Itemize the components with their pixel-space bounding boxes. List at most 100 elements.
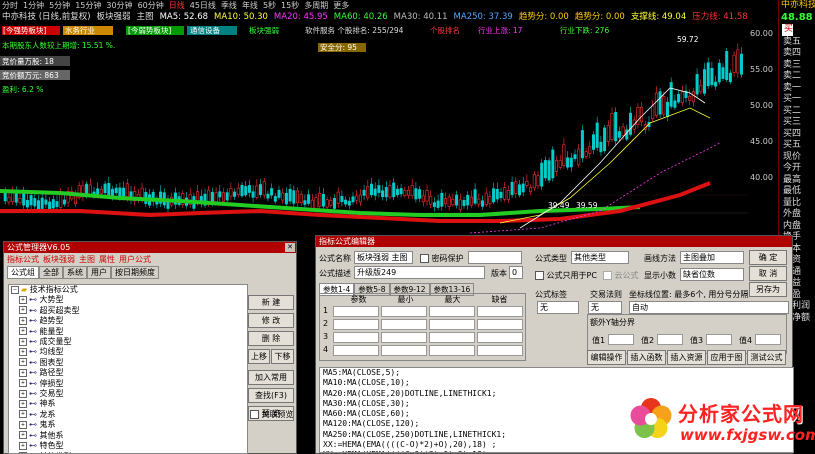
- linked-preview-checkbox[interactable]: 关联预览: [250, 409, 294, 420]
- version-input[interactable]: 0: [509, 266, 523, 279]
- period-0[interactable]: 分时: [2, 0, 18, 11]
- header-main-chart[interactable]: 主图: [79, 254, 95, 265]
- period-6[interactable]: 日线: [169, 0, 185, 11]
- period-11[interactable]: 15秒: [281, 0, 299, 11]
- tree-item[interactable]: +⊷ 成交量型: [11, 337, 247, 347]
- formula-tree[interactable]: −▰ 技术指标公式 +⊷ 大势型+⊷ 超买超卖型+⊷ 趋势型+⊷ 能量型+⊷ 成…: [8, 284, 248, 454]
- axis-select[interactable]: 无: [537, 301, 579, 314]
- tree-item[interactable]: +⊷ 趋势型: [11, 316, 247, 326]
- tab-by-date[interactable]: 按日期频度: [111, 266, 159, 279]
- test-formula-button[interactable]: 测试公式: [747, 350, 786, 365]
- add-common-button[interactable]: 加入常用: [248, 370, 294, 385]
- tab-formula-group[interactable]: 公式组: [7, 266, 39, 279]
- candle: [8, 197, 10, 202]
- param-cell[interactable]: [381, 332, 427, 343]
- param-cell[interactable]: [477, 345, 523, 356]
- tab-user[interactable]: 用户: [87, 266, 111, 279]
- move-up-button[interactable]: 上移: [248, 349, 270, 364]
- kline-chart[interactable]: [今强势板块] 水务行业 [今弱势板块] 通信设备 板块强弱 软件服务 个股排名…: [0, 23, 748, 252]
- period-2[interactable]: 5分钟: [49, 0, 70, 11]
- param-cell[interactable]: [333, 332, 379, 343]
- ok-button[interactable]: 确 定: [749, 250, 787, 265]
- tree-item[interactable]: +⊷ 特色型: [11, 441, 247, 451]
- candle: [356, 196, 358, 200]
- tree-item[interactable]: +⊷ 超买超卖型: [11, 306, 247, 316]
- coord-label: 坐标线位置: 最多6个, 用分号分隔: [629, 289, 748, 300]
- period-1[interactable]: 1分钟: [23, 0, 44, 11]
- tree-item[interactable]: +⊷ 能量型: [11, 327, 247, 337]
- candle: [444, 199, 446, 204]
- tab-system[interactable]: 系统: [63, 266, 87, 279]
- formula-type-select[interactable]: 其他类型: [571, 251, 629, 264]
- period-7[interactable]: 45日线: [190, 0, 216, 11]
- delete-button[interactable]: 删 除: [248, 331, 294, 346]
- param-cell[interactable]: [333, 345, 379, 356]
- header-property[interactable]: 属性: [99, 254, 115, 265]
- trade-rule-select[interactable]: 无: [588, 301, 622, 314]
- param-cell[interactable]: [477, 332, 523, 343]
- formula-name-input[interactable]: 板块强弱 主图: [354, 251, 413, 264]
- header-user-formula[interactable]: 用户公式: [119, 254, 151, 265]
- period-3[interactable]: 15分钟: [75, 0, 101, 11]
- pc-only-checkbox[interactable]: 公式只用于PC: [535, 270, 597, 281]
- candle: [689, 96, 691, 100]
- tree-item[interactable]: +⊷ 大势型: [11, 295, 247, 305]
- new-button[interactable]: 新 建: [248, 295, 294, 310]
- yaxis-value-input[interactable]: [755, 334, 781, 345]
- insert-resource-button[interactable]: 插入资源: [667, 350, 706, 365]
- cloud-formula-checkbox[interactable]: 云公式: [603, 270, 639, 281]
- cancel-button[interactable]: 取 消: [749, 266, 787, 281]
- edit-ops-button[interactable]: 编辑操作: [587, 350, 626, 365]
- tree-item[interactable]: +⊷ 鬼系: [11, 420, 247, 430]
- param-cell[interactable]: [381, 345, 427, 356]
- coord-input[interactable]: 自动: [629, 301, 789, 314]
- period-9[interactable]: 年线: [242, 0, 258, 11]
- yaxis-value-input[interactable]: [706, 334, 732, 345]
- tree-item[interactable]: +⊷ 交易型: [11, 389, 247, 399]
- param-cell[interactable]: [333, 306, 379, 317]
- close-icon[interactable]: ✕: [285, 243, 295, 252]
- candle: [674, 101, 676, 108]
- param-cell[interactable]: [477, 306, 523, 317]
- tree-item[interactable]: +⊷ 路径型: [11, 368, 247, 378]
- decimals-select[interactable]: 缺省位数: [680, 268, 744, 281]
- period-8[interactable]: 季线: [221, 0, 237, 11]
- tree-item[interactable]: +⊷ 图表型: [11, 358, 247, 368]
- stock-title: 中亦科技 (日线,前复权): [2, 11, 91, 23]
- draw-method-select[interactable]: 主图叠加: [680, 251, 744, 264]
- period-4[interactable]: 30分钟: [106, 0, 132, 11]
- tree-item[interactable]: +⊷ 神系: [11, 399, 247, 409]
- password-input[interactable]: [468, 251, 522, 264]
- param-cell[interactable]: [429, 319, 475, 330]
- yaxis-value-input[interactable]: [608, 334, 634, 345]
- tab-all[interactable]: 全部: [39, 266, 63, 279]
- save-as-button[interactable]: 另存为: [749, 282, 787, 297]
- tree-item[interactable]: +⊷ 均线型: [11, 347, 247, 357]
- modify-button[interactable]: 修 改: [248, 313, 294, 328]
- header-indicator-formula[interactable]: 指标公式: [7, 254, 39, 265]
- param-cell[interactable]: [477, 319, 523, 330]
- tree-root[interactable]: −▰ 技术指标公式: [11, 285, 247, 295]
- header-sector-strength[interactable]: 板块强弱: [43, 254, 75, 265]
- quote-buy-tag[interactable]: 买: [782, 24, 793, 36]
- period-12[interactable]: 多周期: [304, 0, 328, 11]
- param-cell[interactable]: [381, 306, 427, 317]
- param-cell[interactable]: [333, 319, 379, 330]
- param-cell[interactable]: [429, 332, 475, 343]
- tree-item[interactable]: +⊷ 其他系: [11, 431, 247, 441]
- yaxis-value-input[interactable]: [657, 334, 683, 345]
- period-5[interactable]: 60分钟: [138, 0, 164, 11]
- apply-to-chart-button[interactable]: 应用于图: [707, 350, 746, 365]
- move-down-button[interactable]: 下移: [271, 349, 294, 364]
- find-button[interactable]: 查找(F3): [248, 388, 294, 403]
- formula-desc-input[interactable]: 升级版249: [354, 266, 485, 279]
- period-10[interactable]: 5秒: [263, 0, 276, 11]
- tree-item[interactable]: +⊷ 停损型: [11, 379, 247, 389]
- param-cell[interactable]: [429, 345, 475, 356]
- insert-function-button[interactable]: 插入函数: [627, 350, 666, 365]
- param-cell[interactable]: [429, 306, 475, 317]
- tree-item[interactable]: +⊷ 龙系: [11, 410, 247, 420]
- password-checkbox[interactable]: 密码保护: [420, 253, 464, 264]
- param-cell[interactable]: [381, 319, 427, 330]
- period-13[interactable]: 更多: [333, 0, 349, 11]
